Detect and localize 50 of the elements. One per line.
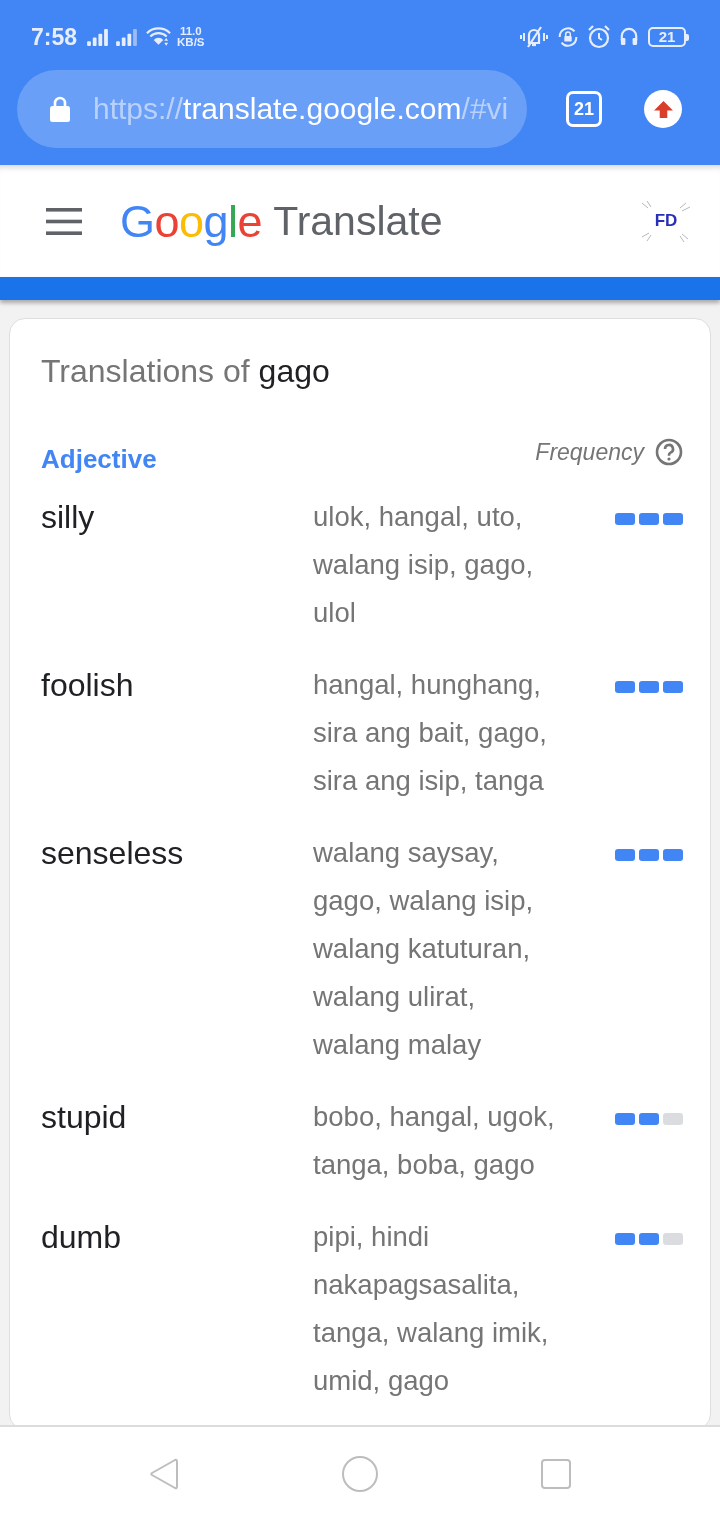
translation-list: bobo, hangal, ugok, tanga, boba, gago (313, 1093, 562, 1189)
translation-list: pipi, hindi nakapagsasalita, tanga, walang imik, umid, gago (313, 1213, 562, 1405)
translation-list: hangal, hunghang, sira ang bait, gago, sira ang isip, tanga (313, 661, 562, 805)
signal-icon (116, 28, 138, 46)
frequency-label: Frequency (535, 438, 644, 466)
frequency-segment (615, 1113, 635, 1125)
part-of-speech: Adjective (41, 443, 157, 475)
frequency-segment (615, 681, 635, 693)
frequency-segment (663, 849, 683, 861)
menu-icon[interactable] (46, 207, 82, 235)
tab-count-button[interactable]: 21 (566, 91, 602, 127)
source-word: silly (41, 498, 95, 537)
frequency-segment (663, 681, 683, 693)
status-time: 7:58 (31, 23, 78, 51)
source-word: stupid (41, 1098, 127, 1137)
frequency-segment (639, 849, 659, 861)
url-text: https://translate.google.com/#vi (93, 92, 509, 126)
lock-icon (50, 96, 70, 122)
network-speed-unit: KB/S (177, 37, 205, 48)
source-word: foolish (41, 666, 134, 705)
frequency-segment (615, 849, 635, 861)
translation-list: ulok, hangal, uto, walang isip, gago, ulol (313, 493, 562, 637)
wifi-icon (146, 27, 172, 47)
google-logo: Google (120, 198, 263, 244)
frequency-segment (615, 1233, 635, 1245)
frequency-segment (663, 1113, 683, 1125)
frequency-segment (663, 1233, 683, 1245)
source-word: senseless (41, 834, 184, 873)
address-bar[interactable]: https://translate.google.com/#vi (17, 70, 527, 148)
vibrate-off-icon (519, 24, 549, 50)
update-button[interactable] (644, 90, 682, 128)
headphones-icon (620, 27, 638, 47)
signal-icon (87, 28, 109, 46)
app-title: Translate (273, 200, 443, 242)
help-icon[interactable] (655, 438, 683, 466)
frequency-segment (639, 681, 659, 693)
network-speed: 11.0 (179, 26, 202, 37)
battery-indicator: 21 (648, 27, 689, 47)
account-logo[interactable]: FD (638, 199, 694, 243)
up-arrow-icon (653, 100, 673, 118)
frequency-segment (639, 1113, 659, 1125)
alarm-clock-icon (587, 24, 611, 50)
source-word: dumb (41, 1218, 122, 1257)
frequency-segment (663, 513, 683, 525)
frequency-segment (639, 513, 659, 525)
rotation-lock-icon (556, 24, 580, 50)
card-title: Translations of gago (41, 352, 330, 391)
frequency-segment (615, 513, 635, 525)
frequency-segment (639, 1233, 659, 1245)
translation-list: walang saysay, gago, walang isip, walang katuturan, walang ulirat, walang malay (313, 829, 562, 1069)
